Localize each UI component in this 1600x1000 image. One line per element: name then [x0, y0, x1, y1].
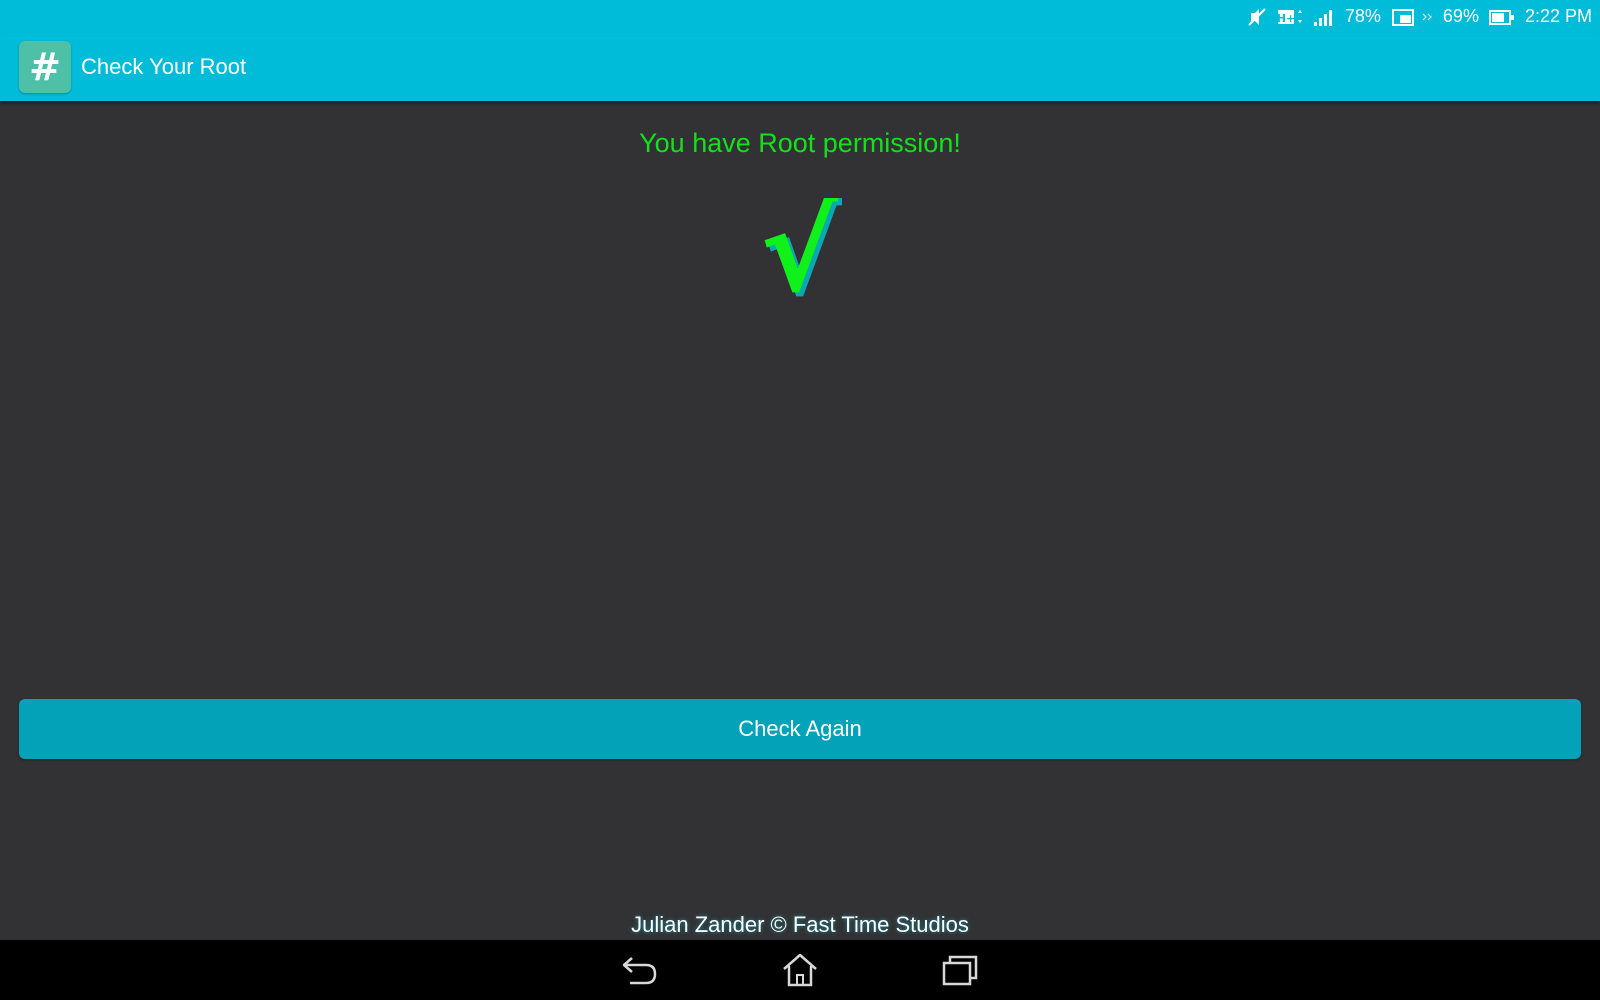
- result-message: You have Root permission!: [639, 128, 961, 158]
- back-button[interactable]: [610, 945, 670, 995]
- signal-icon: [1313, 7, 1335, 27]
- hplus-network-icon: H+: [1277, 7, 1303, 27]
- app-icon[interactable]: #: [19, 41, 71, 93]
- home-button[interactable]: [770, 945, 830, 995]
- checkmark-glyph-top: √: [760, 198, 838, 308]
- battery-primary-label: 78%: [1344, 6, 1381, 26]
- dock-battery-icon: [1421, 7, 1433, 27]
- status-bar: H+ 78% 69% 2:22 PM: [0, 0, 1600, 33]
- svg-text:H+: H+: [1277, 12, 1295, 25]
- battery-icon: [1488, 7, 1515, 27]
- action-bar: # Check Your Root: [0, 33, 1600, 101]
- mute-icon: [1247, 7, 1267, 27]
- app-title: Check Your Root: [81, 54, 247, 79]
- clock: 2:22 PM: [1524, 6, 1592, 26]
- recent-apps-icon: [942, 955, 978, 986]
- navigation-bar: [0, 940, 1600, 1000]
- footer-credit: Julian Zander © Fast Time Studios: [631, 912, 969, 937]
- back-icon: [622, 957, 657, 985]
- tablet-battery-icon: [1391, 7, 1417, 27]
- home-icon: [783, 953, 817, 987]
- recent-apps-button[interactable]: [930, 945, 990, 995]
- screen: H+ 78% 69% 2:22 PM # Check Your Root You…: [0, 0, 1600, 1000]
- check-again-button[interactable]: Check Again: [19, 699, 1581, 759]
- battery-secondary-label: 69%: [1442, 6, 1479, 26]
- checkmark-icon: √ √: [755, 183, 845, 322]
